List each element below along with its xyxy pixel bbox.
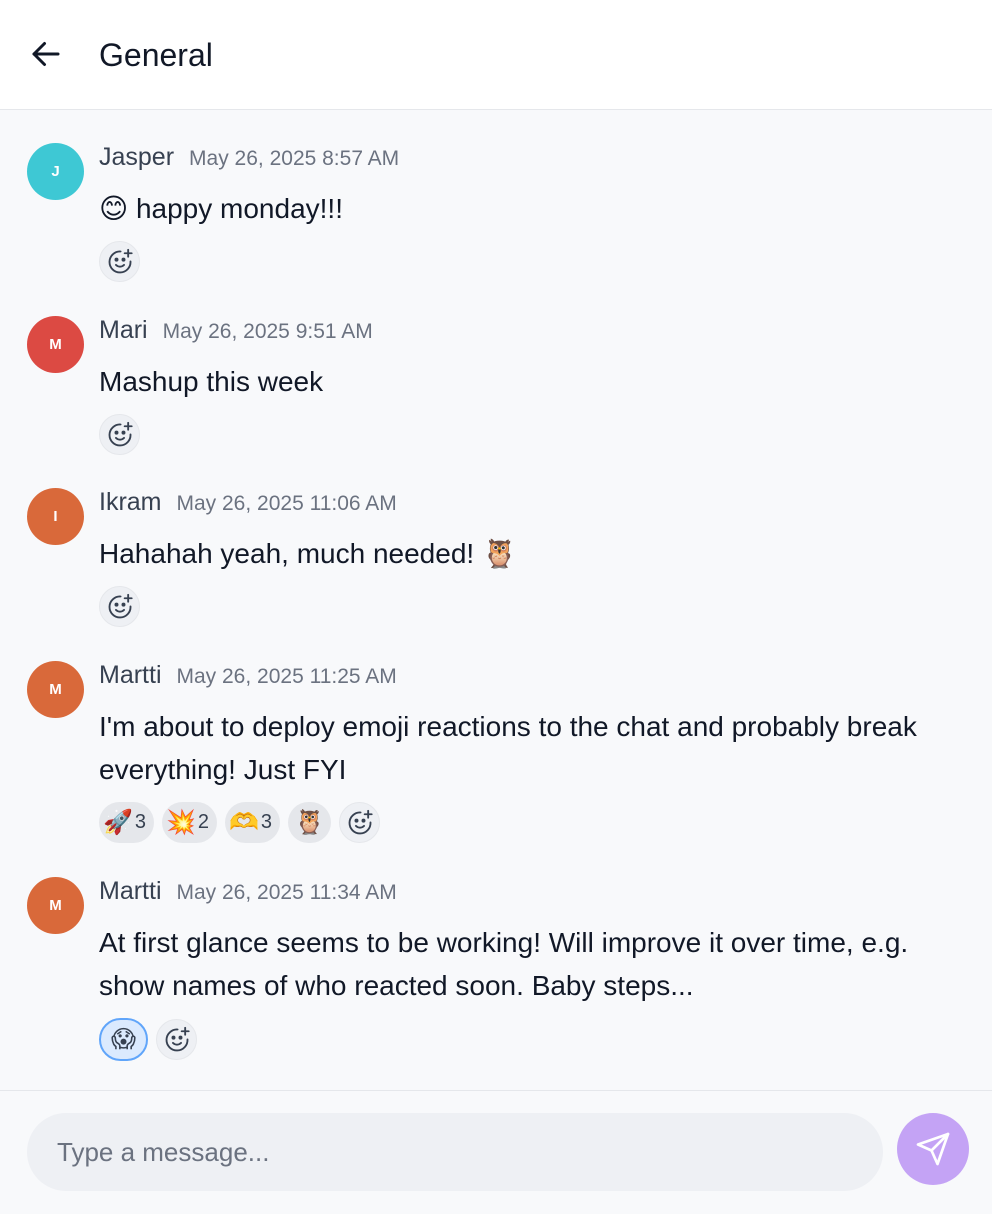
message-author: Jasper — [99, 143, 175, 171]
back-button[interactable] — [24, 32, 68, 76]
reaction-count: 2 — [197, 811, 210, 833]
reaction-bar — [99, 241, 140, 282]
rocket-icon: 🚀 — [103, 808, 133, 836]
reaction-bar — [99, 586, 140, 627]
send-button[interactable] — [897, 1113, 969, 1185]
message-timestamp: May 26, 2025 9:51 AM — [162, 320, 373, 343]
avatar: M — [27, 877, 84, 934]
message-text: 😊 happy monday!!! — [99, 193, 343, 224]
add-reaction-button[interactable] — [99, 586, 140, 627]
add-reaction-button[interactable] — [99, 414, 140, 455]
reaction-chip-selected[interactable]: 😱 — [99, 1018, 148, 1061]
message-author: Ikram — [99, 488, 162, 516]
avatar: I — [27, 488, 84, 545]
smiley-plus-icon — [108, 248, 133, 273]
message-timestamp: May 26, 2025 11:34 AM — [176, 881, 397, 904]
message-author: Mari — [99, 316, 148, 344]
chat-header: General — [0, 0, 992, 110]
message-text: Mashup this week — [99, 366, 324, 397]
arrow-left-icon — [32, 42, 60, 66]
message-timestamp: May 26, 2025 11:25 AM — [176, 665, 397, 688]
message-feed[interactable]: J Jasper May 26, 2025 8:57 AM 😊 happy mo… — [0, 111, 992, 1089]
message-author: Martti — [99, 661, 162, 689]
reaction-count: 3 — [260, 811, 273, 833]
message-text: I'm about to deploy emoji reactions to t… — [99, 711, 917, 785]
avatar-initial: M — [49, 897, 62, 914]
add-reaction-button[interactable] — [99, 241, 140, 282]
message-author: Martti — [99, 877, 162, 905]
avatar: J — [27, 143, 84, 200]
reaction-bar: 🚀 3 💥 2 🫶 3 🦉 — [99, 802, 381, 843]
avatar-initial: I — [53, 508, 58, 525]
heart-hands-icon: 🫶 — [229, 808, 259, 836]
message-text: At first glance seems to be working! Wil… — [99, 927, 909, 1001]
avatar-initial: M — [49, 336, 62, 353]
add-reaction-button[interactable] — [339, 802, 381, 843]
smiley-plus-icon — [348, 809, 373, 834]
reaction-chip[interactable]: 🦉 — [288, 802, 332, 843]
screaming-face-icon: 😱 — [110, 1025, 137, 1053]
reaction-chip[interactable]: 🚀 3 — [99, 802, 155, 843]
reaction-count: 3 — [134, 811, 147, 833]
send-icon — [916, 1132, 950, 1166]
message-timestamp: May 26, 2025 11:06 AM — [176, 492, 397, 515]
reaction-chip[interactable]: 🫶 3 — [225, 802, 281, 843]
avatar: M — [27, 316, 84, 373]
smiley-plus-icon — [108, 421, 133, 446]
message-timestamp: May 26, 2025 8:57 AM — [189, 147, 400, 170]
message-composer — [0, 1090, 992, 1214]
reaction-chip[interactable]: 💥 2 — [162, 802, 218, 843]
smiley-plus-icon — [108, 593, 133, 618]
reaction-bar — [99, 414, 140, 455]
avatar-initial: J — [51, 163, 60, 180]
message-text: Hahahah yeah, much needed! 🦉 — [99, 538, 517, 569]
collision-icon: 💥 — [166, 808, 196, 836]
avatar: M — [27, 661, 84, 718]
add-reaction-button[interactable] — [156, 1019, 197, 1060]
reaction-bar: 😱 — [99, 1018, 197, 1061]
owl-icon: 🦉 — [294, 808, 325, 836]
message-input[interactable] — [27, 1113, 883, 1191]
smiley-plus-icon — [165, 1026, 190, 1051]
avatar-initial: M — [49, 681, 62, 698]
channel-title: General — [99, 37, 213, 73]
